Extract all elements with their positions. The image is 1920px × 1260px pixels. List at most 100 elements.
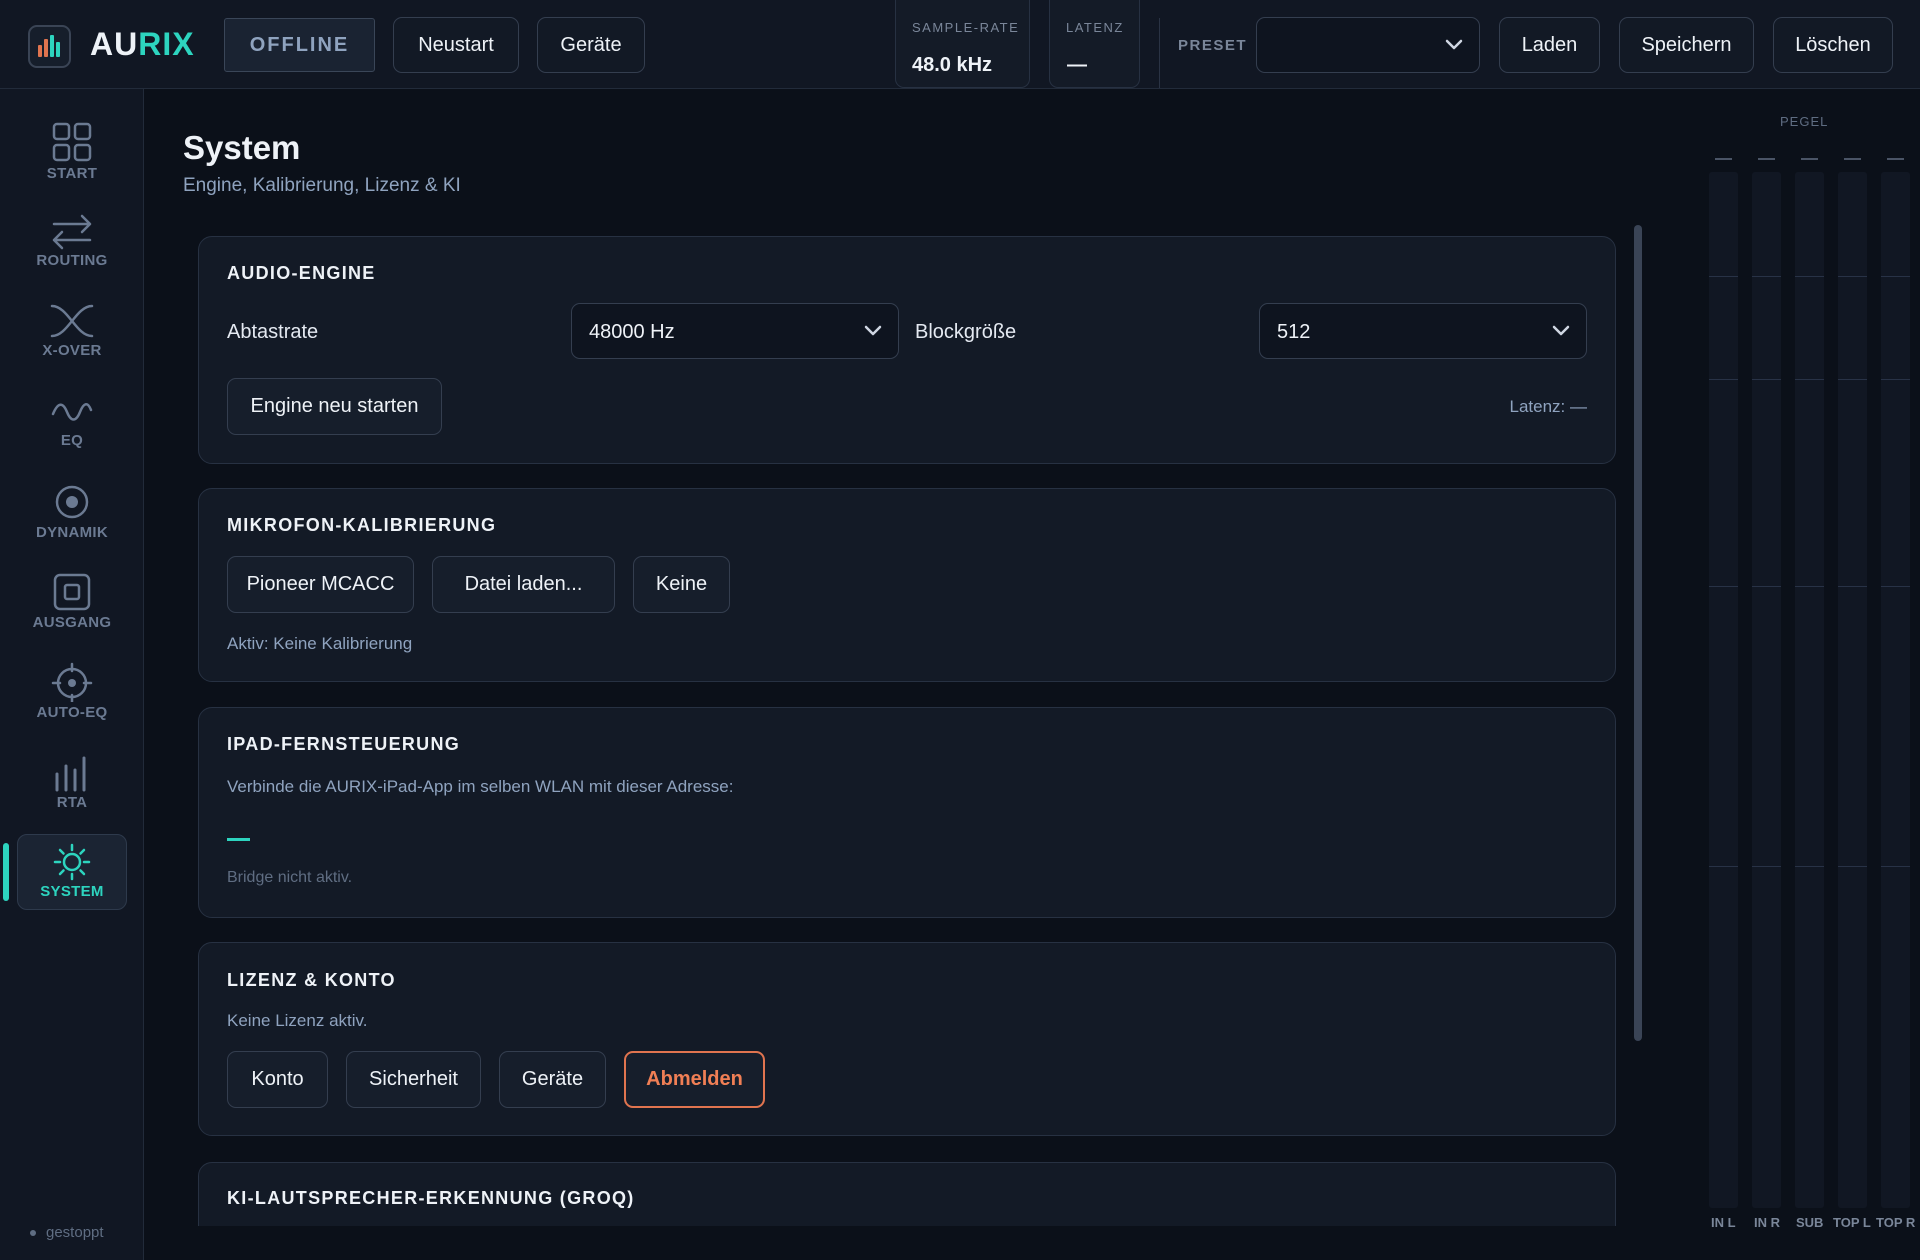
account-button[interactable]: Konto [227, 1051, 328, 1108]
nav-item-start[interactable]: START [17, 113, 127, 191]
calibration-mcacc-button[interactable]: Pioneer MCACC [227, 556, 414, 613]
latency-readout: LATENZ — [1049, 0, 1140, 88]
nav-label: AUTO-EQ [36, 704, 108, 721]
level-meter [1752, 172, 1781, 1208]
peak-marker [1844, 158, 1861, 160]
ipad-remote-card: IPAD-FERNSTEUERUNG Verbinde die AURIX-iP… [198, 707, 1616, 918]
level-meter [1881, 172, 1910, 1208]
nav-item-system[interactable]: SYSTEM [17, 834, 127, 910]
meter-scale-tick [1752, 275, 1781, 277]
nav-label: EQ [60, 432, 84, 449]
app-logo-icon [28, 25, 71, 68]
logout-button[interactable]: Abmelden [624, 1051, 765, 1108]
meter-scale-tick [1709, 275, 1738, 277]
nav-item-x-over[interactable]: X-OVER [17, 294, 127, 372]
meter-scale-tick [1838, 379, 1867, 381]
app-name-accent: RIX [138, 26, 195, 62]
meter-label: TOP R [1876, 1215, 1916, 1230]
nav-item-ausgang[interactable]: AUSGANG [17, 564, 127, 642]
peak-marker [1887, 158, 1904, 160]
preset-label: PRESET [1178, 37, 1248, 54]
meter-scale-tick [1795, 866, 1824, 868]
meters-title: PEGEL [1780, 114, 1829, 129]
status-dot-icon [30, 1230, 36, 1237]
bars-icon [55, 756, 86, 792]
meter-scale-tick [1838, 866, 1867, 868]
top-bar: AURIX OFFLINE Neustart Geräte SAMPLE-RAT… [0, 0, 1920, 89]
devices-button[interactable]: Geräte [537, 17, 645, 73]
nav-label: START [46, 165, 98, 182]
app-name-main: AU [90, 26, 139, 62]
nav-item-routing[interactable]: ROUTING [17, 204, 127, 282]
grid-icon [52, 122, 92, 162]
meter-scale-tick [1881, 586, 1910, 588]
divider [1159, 18, 1160, 88]
mic-calibration-card: MIKROFON-KALIBRIERUNG Pioneer MCACC Date… [198, 488, 1616, 682]
nav-label: AUSGANG [32, 614, 112, 631]
nav-item-rta[interactable]: RTA [17, 744, 127, 822]
samplerate-select[interactable]: 48000 Hz [571, 303, 899, 359]
license-devices-button[interactable]: Geräte [499, 1051, 606, 1108]
level-meter [1795, 172, 1824, 1208]
preset-select[interactable] [1256, 17, 1480, 73]
restart-button[interactable]: Neustart [393, 17, 519, 73]
active-nav-indicator [3, 843, 9, 901]
calibration-load-file-button[interactable]: Datei laden... [432, 556, 615, 613]
engine-status: gestoppt [30, 1224, 104, 1241]
chevron-down-icon [864, 325, 882, 336]
meter-scale-tick [1795, 586, 1824, 588]
nav-label: RTA [56, 794, 88, 811]
engine-restart-button[interactable]: Engine neu starten [227, 378, 442, 435]
meter-label: IN R [1754, 1215, 1780, 1230]
meter-scale-tick [1752, 379, 1781, 381]
bridge-status-text: Bridge nicht aktiv. [227, 869, 353, 886]
latency-value: — [1067, 54, 1087, 76]
license-card: LIZENZ & KONTO Keine Lizenz aktiv. Konto… [198, 942, 1616, 1136]
sample-rate-value: 48.0 kHz [912, 54, 993, 76]
meter-scale-tick [1709, 866, 1738, 868]
meter-scale-tick [1881, 379, 1910, 381]
preset-load-button[interactable]: Laden [1499, 17, 1600, 73]
meter-scale-tick [1838, 275, 1867, 277]
ipad-remote-description: Verbinde die AURIX-iPad-App im selben WL… [227, 777, 734, 796]
meter-scale-tick [1795, 379, 1824, 381]
ai-speaker-card: KI-LAUTSPRECHER-ERKENNUNG (GROQ) [198, 1162, 1616, 1226]
meter-scale-tick [1838, 586, 1867, 588]
preset-delete-button[interactable]: Löschen [1773, 17, 1893, 73]
connection-status-badge: OFFLINE [224, 18, 375, 72]
nav-item-eq[interactable]: EQ [17, 384, 127, 462]
nav-item-auto-eq[interactable]: AUTO-EQ [17, 654, 127, 732]
arrows-swap-icon [52, 214, 92, 250]
engine-status-text: gestoppt [46, 1224, 104, 1241]
latency-label: LATENZ [1066, 20, 1124, 35]
peak-marker [1715, 158, 1732, 160]
meter-scale-tick [1709, 586, 1738, 588]
meter-label: SUB [1796, 1215, 1824, 1230]
samplerate-label: Abtastrate [227, 321, 319, 343]
blocksize-select[interactable]: 512 [1259, 303, 1587, 359]
target-icon [55, 485, 89, 519]
blocksize-label: Blockgröße [915, 321, 1017, 343]
nav-item-dynamik[interactable]: DYNAMIK [17, 474, 127, 552]
security-button[interactable]: Sicherheit [346, 1051, 481, 1108]
wave-icon [51, 403, 93, 421]
calibration-none-button[interactable]: Keine [633, 556, 730, 613]
sun-gear-icon [53, 843, 91, 881]
crosshair-icon [51, 662, 93, 702]
output-square-icon [53, 573, 91, 611]
sample-rate-readout: SAMPLE-RATE 48.0 kHz [895, 0, 1030, 88]
content-scrollbar[interactable] [1634, 225, 1642, 1041]
preset-save-button[interactable]: Speichern [1619, 17, 1754, 73]
license-status-text: Keine Lizenz aktiv. [227, 1011, 368, 1030]
nav-label: X-OVER [42, 342, 102, 359]
nav-label: DYNAMIK [35, 524, 109, 541]
nav-label: SYSTEM [40, 883, 104, 900]
page-title: System [183, 129, 301, 166]
meter-scale-tick [1752, 586, 1781, 588]
samplerate-select-value: 48000 Hz [589, 321, 675, 343]
meter-scale-tick [1881, 275, 1910, 277]
meter-scale-tick [1881, 866, 1910, 868]
page-subtitle: Engine, Kalibrierung, Lizenz & KI [183, 175, 461, 196]
chevron-down-icon [1445, 39, 1463, 50]
meter-label: IN L [1711, 1215, 1736, 1230]
